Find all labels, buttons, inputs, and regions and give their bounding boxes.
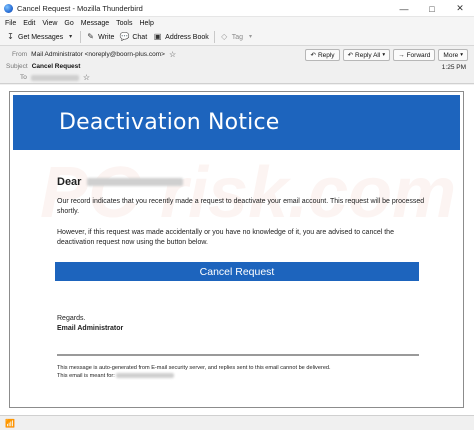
email-footer: This message is auto-generated from E-ma…: [57, 364, 427, 380]
address-book-label: Address Book: [165, 33, 209, 41]
menu-go[interactable]: Go: [64, 20, 73, 27]
message-time: 1:25 PM: [441, 64, 466, 71]
reply-button[interactable]: ↶ Reply: [305, 49, 340, 61]
title-bar: Cancel Request - Mozilla Thunderbird — □…: [0, 0, 474, 17]
greeting: Dear: [57, 176, 184, 188]
cancel-request-button[interactable]: Cancel Request: [55, 262, 419, 281]
chevron-down-icon: ▾: [249, 34, 253, 40]
maximize-icon[interactable]: □: [418, 0, 446, 17]
activity-icon[interactable]: 📶: [5, 419, 15, 428]
tag-button[interactable]: ◇ Tag ▾: [217, 30, 258, 44]
subject-value: Cancel Request: [31, 63, 81, 70]
redacted-recipient: [30, 74, 79, 81]
regards-text: Regards.: [57, 315, 86, 322]
star-icon[interactable]: ☆: [169, 50, 176, 59]
to-row: To ☆: [20, 73, 90, 82]
menu-bar: File Edit View Go Message Tools Help: [0, 17, 474, 29]
chevron-down-icon[interactable]: ▾: [382, 52, 385, 58]
download-icon: ↧: [7, 32, 14, 41]
subject-label: Subject: [6, 63, 28, 70]
window-controls: — □ ✕: [390, 0, 474, 17]
subject-row: Subject Cancel Request: [6, 63, 80, 70]
closing: Regards. Email Administrator: [57, 314, 123, 334]
footer-line-2: This email is meant for:: [57, 372, 427, 380]
main-toolbar: ↧ Get Messages ▾ ✎ Write 💬 Chat ▣ Addres…: [0, 29, 474, 46]
reply-all-icon: ↶: [347, 52, 354, 59]
thunderbird-app-icon: [4, 3, 13, 13]
chevron-down-icon: ▾: [460, 52, 463, 58]
get-messages-button[interactable]: ↧ Get Messages ▾: [3, 30, 78, 44]
menu-help[interactable]: Help: [139, 20, 153, 27]
pencil-icon: ✎: [87, 32, 94, 41]
paragraph-1: Our record indicates that you recently m…: [57, 198, 425, 215]
toolbar-divider: [213, 31, 215, 43]
get-messages-label: Get Messages: [18, 33, 64, 41]
from-value[interactable]: Mail Administrator <noreply@boorn-plus.c…: [31, 51, 165, 58]
forward-label: Forward: [406, 51, 431, 59]
banner-title: Deactivation Notice: [59, 110, 280, 135]
more-label: More: [443, 51, 459, 59]
chat-label: Chat: [132, 33, 148, 41]
greeting-text: Dear: [57, 176, 82, 188]
redacted-name: [87, 178, 184, 186]
footer-line-2-text: This email is meant for:: [57, 373, 115, 379]
chat-button[interactable]: 💬 Chat: [117, 30, 150, 44]
message-body: Deactivation Notice PC risk.com Dear Our…: [0, 85, 474, 415]
chevron-down-icon[interactable]: ▾: [66, 33, 75, 42]
menu-tools[interactable]: Tools: [116, 20, 132, 27]
address-book-icon: ▣: [153, 32, 162, 41]
paragraph-2: However, if this request was made accide…: [57, 229, 394, 246]
redacted-email: [116, 373, 175, 379]
from-label: From: [12, 51, 28, 58]
email-card: Deactivation Notice PC risk.com Dear Our…: [9, 91, 464, 408]
reply-icon: ↶: [310, 52, 316, 59]
to-label: To: [20, 74, 27, 81]
footer-divider: [57, 354, 419, 356]
reply-actions: ↶ Reply ↶ Reply All ▾ → Forward More ▾: [305, 49, 468, 61]
menu-edit[interactable]: Edit: [23, 20, 35, 27]
menu-view[interactable]: View: [42, 20, 57, 27]
email-banner: Deactivation Notice: [13, 95, 460, 150]
minimize-icon[interactable]: —: [390, 0, 418, 17]
reply-all-button[interactable]: ↶ Reply All ▾: [342, 49, 391, 61]
tag-label: Tag: [231, 33, 244, 41]
menu-message[interactable]: Message: [81, 20, 109, 27]
status-bar: 📶: [0, 415, 474, 430]
star-icon[interactable]: ☆: [83, 73, 90, 82]
footer-line-1: This message is auto-generated from E-ma…: [57, 365, 331, 371]
address-book-button[interactable]: ▣ Address Book: [150, 30, 212, 44]
toolbar-divider: [80, 31, 82, 43]
more-button[interactable]: More ▾: [438, 49, 468, 61]
chat-icon: 💬: [119, 32, 130, 41]
write-button[interactable]: ✎ Write: [83, 30, 117, 44]
close-icon[interactable]: ✕: [446, 0, 474, 17]
write-label: Write: [98, 33, 115, 41]
reply-label: Reply: [317, 51, 335, 59]
menu-file[interactable]: File: [5, 20, 16, 27]
from-row: From Mail Administrator <noreply@boorn-p…: [12, 50, 176, 59]
tag-icon: ◇: [221, 32, 228, 41]
forward-icon: →: [398, 51, 405, 59]
watermark: PC risk.com: [40, 153, 457, 233]
forward-button[interactable]: → Forward: [393, 49, 436, 61]
message-header: From Mail Administrator <noreply@boorn-p…: [0, 46, 474, 84]
signature: Email Administrator: [57, 325, 124, 332]
window-title: Cancel Request - Mozilla Thunderbird: [17, 3, 143, 13]
reply-all-label: Reply All: [355, 51, 381, 59]
